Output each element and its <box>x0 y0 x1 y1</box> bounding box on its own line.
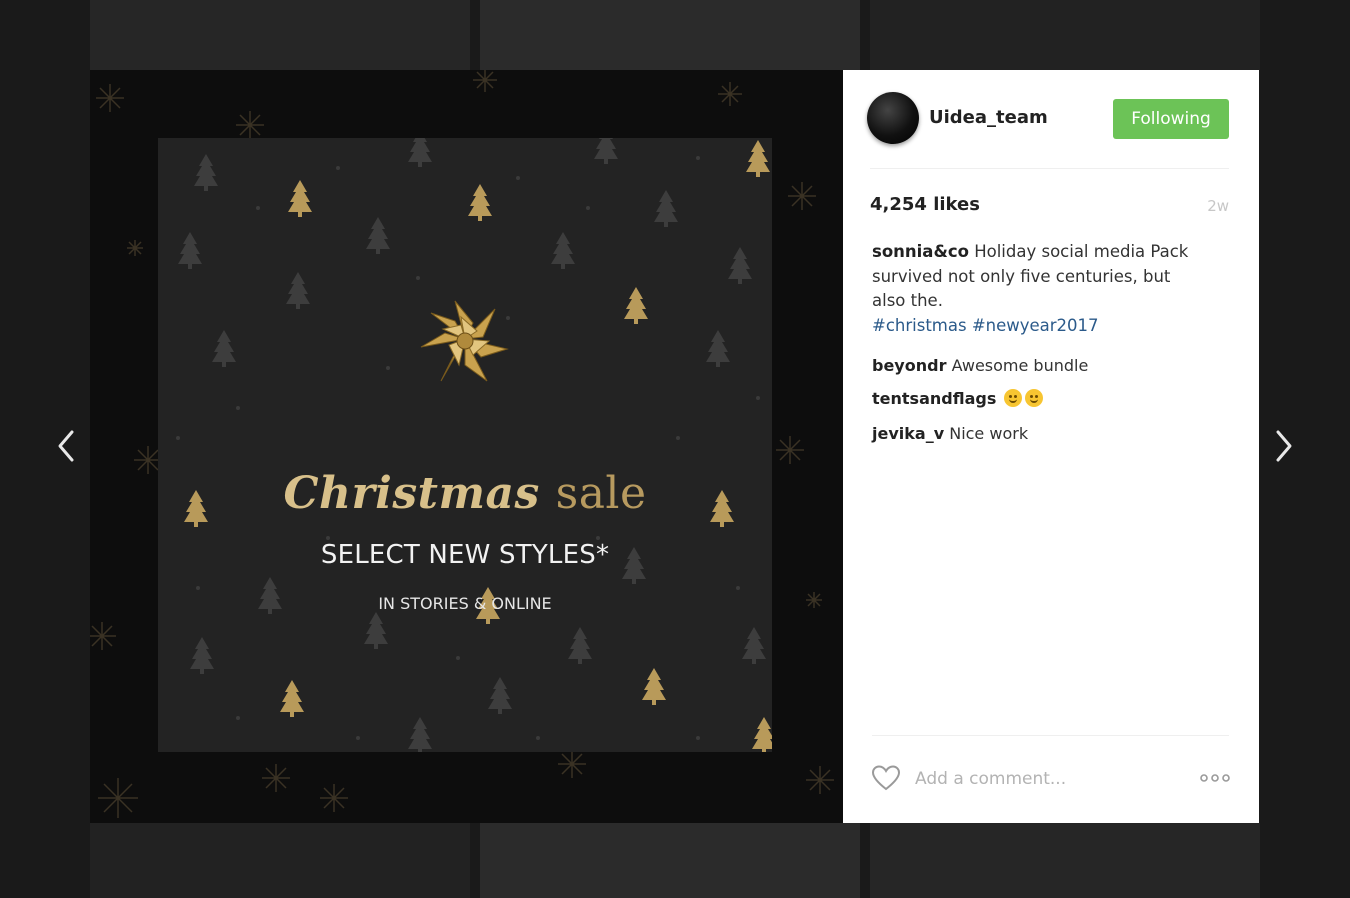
likes-count[interactable]: 4,254 likes <box>870 194 980 215</box>
comment-item: jevika_v Nice work <box>872 424 1028 443</box>
gift-bow-icon <box>420 300 509 382</box>
post-details-panel: Uidea_team Following 4,254 likes 2w sonn… <box>843 70 1259 823</box>
comment-item: beyondr Awesome bundle <box>872 356 1088 375</box>
comment-user[interactable]: beyondr <box>872 356 946 375</box>
post-caption: sonnia&co Holiday social media Pack surv… <box>872 240 1202 338</box>
add-comment-row <box>843 760 1259 796</box>
background-photo <box>480 0 860 70</box>
divider <box>870 168 1229 169</box>
caption-hashtags[interactable]: #christmas #newyear2017 <box>872 314 1202 339</box>
smile-emoji-icon <box>1004 389 1023 407</box>
poster-tagline: IN STORIES & ONLINE <box>378 594 552 613</box>
poster-subtitle: SELECT NEW STYLES* <box>320 540 610 570</box>
previous-post-button[interactable] <box>46 426 86 466</box>
post-modal: Christmas sale SELECT NEW STYLES* IN STO… <box>90 70 1259 823</box>
background-photo <box>870 823 1260 898</box>
chevron-left-icon <box>58 430 74 462</box>
heart-icon[interactable] <box>871 764 901 792</box>
comment-text: Awesome bundle <box>951 356 1089 375</box>
avatar[interactable] <box>867 92 919 144</box>
following-button[interactable]: Following <box>1113 99 1229 139</box>
username[interactable]: Uidea_team <box>929 107 1048 128</box>
next-post-button[interactable] <box>1264 426 1304 466</box>
poster-title-word: Christmas <box>283 468 540 519</box>
comment-item: tentsandflags <box>872 389 1044 408</box>
chevron-right-icon <box>1276 430 1292 462</box>
add-comment-input[interactable] <box>913 764 1187 794</box>
background-photo <box>90 823 470 898</box>
comment-user[interactable]: jevika_v <box>872 424 944 443</box>
background-photo <box>90 0 470 70</box>
background-photo <box>870 0 1260 70</box>
poster-title-word: sale <box>555 468 647 519</box>
post-time[interactable]: 2w <box>1207 197 1229 215</box>
caption-author[interactable]: sonnia&co <box>872 242 969 261</box>
post-image: Christmas sale SELECT NEW STYLES* IN STO… <box>90 70 843 823</box>
divider <box>872 735 1229 736</box>
background-photo <box>480 823 860 898</box>
christmas-sale-poster: Christmas sale SELECT NEW STYLES* IN STO… <box>158 138 772 752</box>
tree-pattern <box>176 138 772 752</box>
comment-user[interactable]: tentsandflags <box>872 389 996 408</box>
comment-text: Nice work <box>949 424 1029 443</box>
post-header: Uidea_team Following <box>843 70 1259 168</box>
poster-title: Christmas sale <box>158 468 772 519</box>
wink-emoji-icon <box>1025 389 1044 407</box>
more-dots-icon[interactable] <box>1199 770 1231 786</box>
